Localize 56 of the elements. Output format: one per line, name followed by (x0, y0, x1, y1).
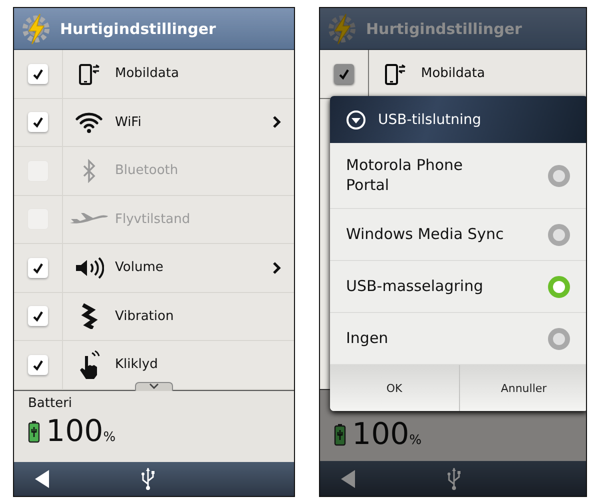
checkbox[interactable] (28, 354, 48, 375)
setting-label: Bluetooth (115, 163, 180, 178)
setting-row[interactable]: Mobildata (14, 50, 294, 98)
screen-title: Hurtigindstillinger (60, 20, 216, 38)
usb-icon[interactable] (446, 466, 462, 490)
radio-button[interactable] (548, 224, 570, 246)
setting-row[interactable]: Vibration (14, 292, 294, 341)
chevron-icon (272, 115, 282, 130)
caret-icon (149, 382, 159, 388)
expand-tab[interactable] (135, 382, 173, 390)
check-icon (32, 310, 44, 322)
option-label: Motorola Phone Portal (346, 156, 464, 195)
battery-percentage: 100% (352, 420, 422, 450)
setting-label: Mobildata (115, 66, 180, 82)
option-row[interactable]: Motorola Phone Portal (330, 143, 586, 209)
setting-label: Mobildata (421, 66, 486, 82)
check-icon (338, 68, 350, 80)
checkbox[interactable] (334, 64, 354, 84)
setting-row[interactable]: Volume (14, 244, 294, 292)
screen-title: Hurtigindstillinger (366, 20, 522, 38)
radio-button[interactable] (548, 328, 570, 350)
battery-icon (28, 420, 40, 442)
checkbox[interactable] (28, 112, 48, 132)
dialog-title: USB-tilslutning (378, 112, 482, 128)
battery-label: Batteri (28, 396, 74, 410)
chevron-icon (272, 260, 282, 275)
option-label: USB-masselagring (346, 276, 484, 296)
cancel-button[interactable]: Annuller (460, 365, 586, 411)
setting-label: WiFi (115, 114, 142, 130)
option-row[interactable]: Windows Media Sync (330, 209, 586, 261)
checkbox[interactable] (28, 258, 48, 278)
checkbox[interactable] (28, 64, 48, 84)
back-icon[interactable] (34, 469, 50, 489)
check-icon (32, 116, 44, 128)
checkbox[interactable] (28, 306, 48, 326)
setting-label: Kliklyd (115, 357, 159, 372)
radio-button[interactable] (548, 164, 570, 186)
gear-lightning-icon (20, 12, 52, 44)
option-row[interactable]: USB-masselagring (330, 261, 586, 313)
circle-down-icon (346, 110, 366, 130)
setting-label: Flyvtilstand (115, 212, 192, 227)
battery-percentage: 100% (46, 416, 116, 446)
check-icon (32, 68, 44, 80)
option-label: Ingen (346, 328, 390, 348)
ok-button[interactable]: OK (330, 365, 460, 411)
check-icon (32, 262, 44, 274)
setting-label: Vibration (115, 308, 175, 324)
setting-label: Volume (115, 260, 164, 276)
usb-icon[interactable] (140, 467, 156, 491)
battery-icon (334, 424, 346, 446)
check-icon (32, 358, 44, 371)
radio-button[interactable] (548, 276, 570, 298)
gear-lightning-icon (326, 12, 358, 44)
setting-row[interactable]: WiFi (14, 98, 294, 147)
option-label: Windows Media Sync (346, 224, 505, 244)
back-icon[interactable] (340, 468, 356, 488)
